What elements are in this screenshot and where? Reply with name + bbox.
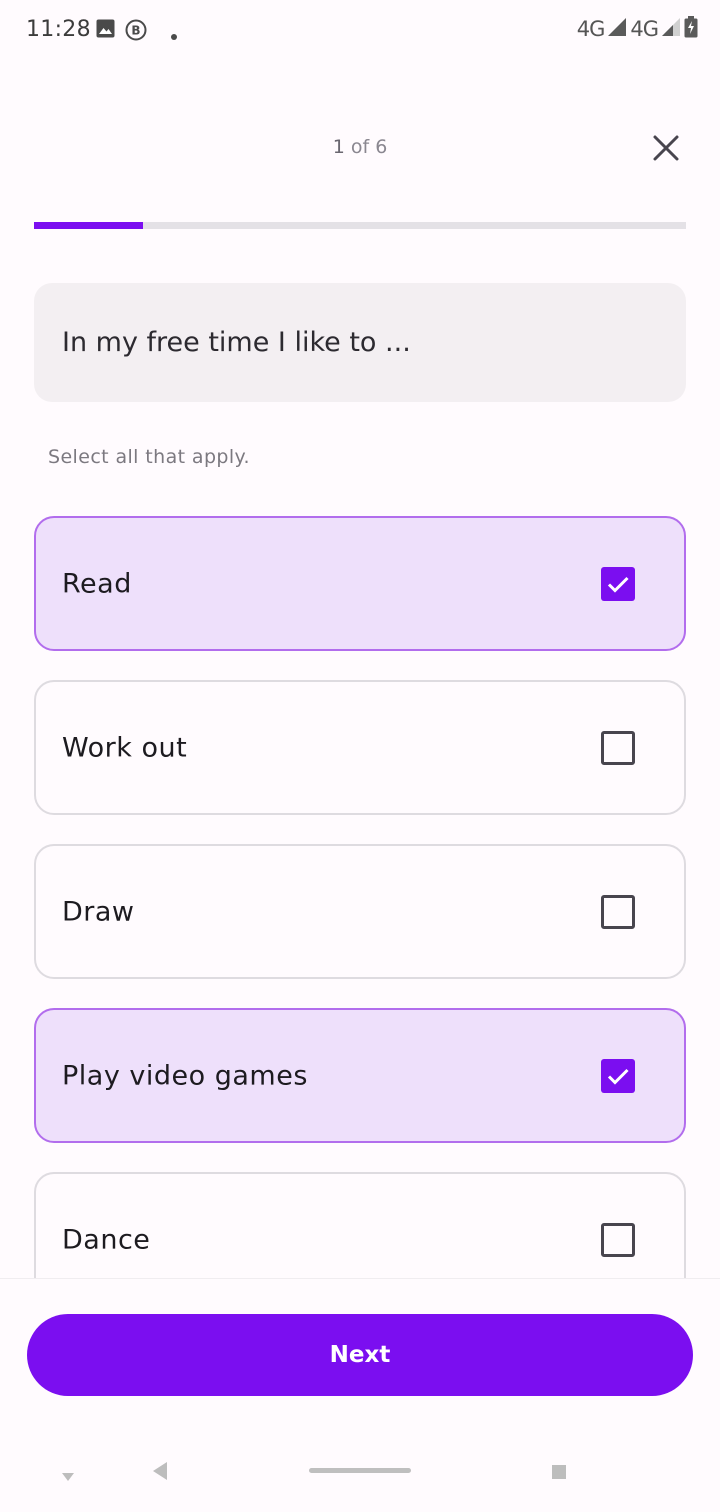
check-icon bbox=[607, 1068, 629, 1085]
screen: 11:28 B 4G 4G 1 of 6 In my free time I l… bbox=[0, 0, 720, 1512]
home-handle[interactable] bbox=[309, 1468, 411, 1473]
option-work-out[interactable]: Work out bbox=[34, 680, 686, 815]
option-label: Read bbox=[62, 568, 132, 599]
back-icon[interactable] bbox=[152, 1461, 168, 1485]
option-label: Draw bbox=[62, 896, 135, 927]
selection-hint: Select all that apply. bbox=[48, 446, 250, 468]
option-read[interactable]: Read bbox=[34, 516, 686, 651]
system-nav-bar bbox=[0, 1440, 720, 1512]
checkbox[interactable] bbox=[601, 566, 635, 601]
option-draw[interactable]: Draw bbox=[34, 844, 686, 979]
question-text: In my free time I like to ... bbox=[62, 327, 411, 358]
options-list: In my free time I like to ... Select all… bbox=[0, 0, 720, 1278]
hide-keyboard-icon[interactable] bbox=[61, 1467, 75, 1486]
checkbox[interactable] bbox=[601, 894, 635, 929]
question-card: In my free time I like to ... bbox=[34, 283, 686, 402]
recents-icon[interactable] bbox=[552, 1465, 566, 1479]
checkbox[interactable] bbox=[601, 1222, 635, 1257]
checkbox[interactable] bbox=[601, 1058, 635, 1093]
checkbox[interactable] bbox=[601, 730, 635, 765]
next-button[interactable]: Next bbox=[27, 1314, 693, 1396]
check-icon bbox=[607, 576, 629, 593]
option-label: Play video games bbox=[62, 1060, 308, 1091]
option-label: Dance bbox=[62, 1224, 151, 1255]
option-dance[interactable]: Dance bbox=[34, 1172, 686, 1278]
option-play-video-games[interactable]: Play video games bbox=[34, 1008, 686, 1143]
option-label: Work out bbox=[62, 732, 188, 763]
